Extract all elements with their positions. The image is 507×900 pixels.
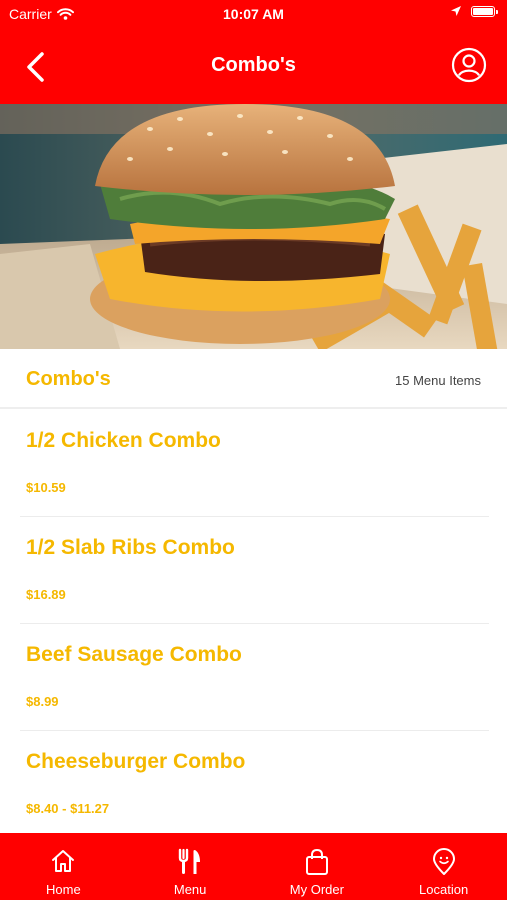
menu-item-price: $8.99 bbox=[26, 694, 59, 709]
menu-item-name: Beef Sausage Combo bbox=[26, 643, 242, 666]
navigation-bar: Combo's bbox=[0, 30, 507, 104]
category-title: Combo's bbox=[26, 368, 111, 390]
battery-icon bbox=[471, 5, 498, 17]
map-pin-icon bbox=[432, 848, 455, 875]
menu-item-name: Cheeseburger Combo bbox=[26, 750, 246, 773]
fork-knife-icon bbox=[178, 848, 201, 874]
category-header: Combo's 15 Menu Items bbox=[0, 349, 507, 409]
page-title: Combo's bbox=[211, 54, 296, 76]
tab-my-order[interactable]: My Order bbox=[254, 833, 381, 900]
menu-item-price: $8.40 - $11.27 bbox=[26, 801, 110, 816]
tab-label: Location bbox=[419, 882, 469, 897]
menu-list: 1/2 Chicken Combo $10.59 1/2 Slab Ribs C… bbox=[0, 410, 507, 838]
menu-item-name: 1/2 Chicken Combo bbox=[26, 429, 221, 452]
menu-item-name: 1/2 Slab Ribs Combo bbox=[26, 536, 235, 559]
menu-item[interactable]: 1/2 Slab Ribs Combo $16.89 bbox=[0, 517, 507, 624]
status-time: 10:07 AM bbox=[223, 6, 284, 22]
tab-location[interactable]: Location bbox=[380, 833, 507, 900]
location-arrow-icon bbox=[451, 6, 461, 16]
tab-menu[interactable]: Menu bbox=[127, 833, 254, 900]
tab-label: Home bbox=[46, 882, 81, 897]
home-icon bbox=[52, 850, 75, 872]
status-bar: Carrier 10:07 AM bbox=[0, 0, 507, 30]
shopping-bag-icon bbox=[305, 848, 328, 875]
profile-button[interactable] bbox=[451, 47, 487, 83]
menu-item-count: 15 Menu Items bbox=[395, 373, 481, 388]
tab-label: Menu bbox=[173, 882, 207, 897]
menu-item-price: $10.59 bbox=[26, 480, 66, 495]
menu-item-price: $16.89 bbox=[26, 587, 66, 602]
burger-illustration bbox=[0, 104, 507, 349]
menu-item[interactable]: Beef Sausage Combo $8.99 bbox=[0, 624, 507, 731]
tab-home[interactable]: Home bbox=[0, 833, 127, 900]
menu-item[interactable]: 1/2 Chicken Combo $10.59 bbox=[0, 410, 507, 517]
tab-bar: Home Menu My Order Location bbox=[0, 833, 507, 900]
hero-image bbox=[0, 104, 507, 349]
tab-label: My Order bbox=[289, 882, 344, 897]
menu-item[interactable]: Cheeseburger Combo $8.40 - $11.27 bbox=[0, 731, 507, 838]
